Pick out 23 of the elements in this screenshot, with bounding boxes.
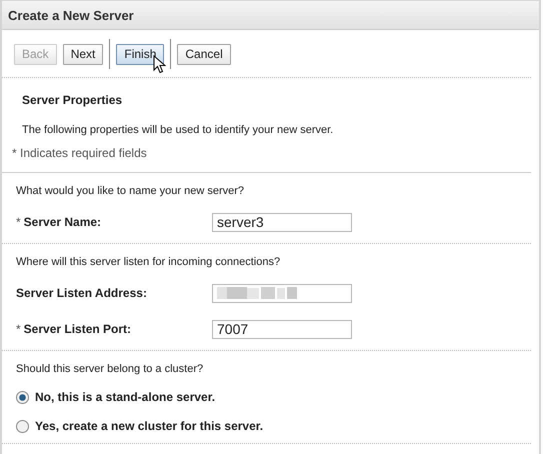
required-note: * Indicates required fields [12,146,148,160]
question-text: Where will this server listen for incoming connections? [16,256,282,268]
field-label: Server Listen Port: [24,322,132,336]
wizard-button[interactable]: Next [62,44,104,64]
wizard-button[interactable]: Cancel [177,44,231,64]
field-value: server3 [217,214,264,230]
radio-label: No, this is a stand-alone server. [35,390,216,404]
field-label: Server Name: [24,215,102,229]
field-label: Server Listen Address: [16,286,147,300]
required-mark: * [16,215,21,229]
required-mark: * [16,322,21,336]
question-text: What would you like to name your new server? [16,185,246,197]
radio-button[interactable] [16,390,29,404]
radio-button[interactable] [16,420,29,432]
question-text: Should this server belong to a cluster? [16,363,204,375]
radio-label: Yes, create a new cluster for this server. [35,419,264,433]
section-title: Server Properties [22,93,124,107]
input-field[interactable] [212,284,352,302]
input-field[interactable]: 7007 [212,320,352,338]
section-description: The following properties will be used to identify your new server. [22,124,334,136]
window-title: Create a New Server [8,8,134,22]
field-value: 7007 [217,321,248,337]
input-field[interactable]: server3 [212,212,352,232]
